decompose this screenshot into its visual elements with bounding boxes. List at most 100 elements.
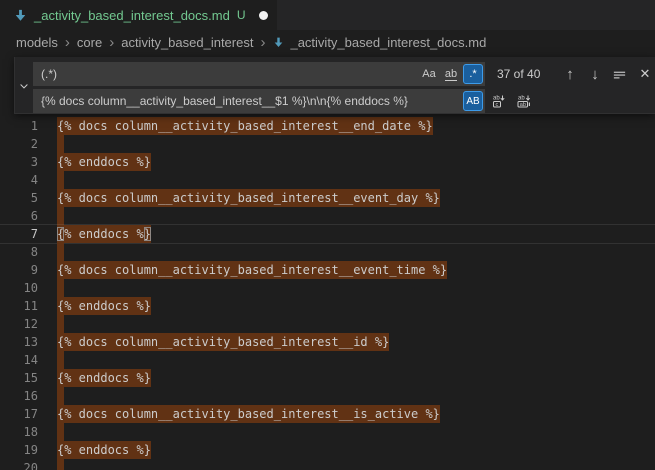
- whole-word-toggle[interactable]: ab: [441, 64, 461, 84]
- line-number[interactable]: 15: [0, 369, 38, 387]
- git-status-badge: U: [237, 8, 246, 22]
- editor-line[interactable]: 15 {% enddocs %}: [0, 369, 655, 387]
- line-number[interactable]: 20: [0, 459, 38, 470]
- line-number[interactable]: 7: [0, 225, 38, 243]
- breadcrumb-item-file[interactable]: _activity_based_interest_docs.md: [272, 35, 486, 50]
- line-number[interactable]: 14: [0, 351, 38, 369]
- chevron-right-icon: ›: [65, 35, 70, 50]
- line-content: {% docs column__activity_based_interest_…: [57, 189, 440, 207]
- find-replace-widget: (.*) Aa ab .* 37 of 40 ↑ ↓ ✕ {% docs col…: [14, 57, 655, 114]
- close-find-widget-button[interactable]: ✕: [635, 64, 655, 84]
- search-match-highlight-empty: [57, 207, 64, 225]
- line-number[interactable]: 13: [0, 333, 38, 351]
- line-content: {% docs column__activity_based_interest_…: [57, 117, 433, 135]
- replace-icon: ab c: [491, 93, 507, 109]
- line-number[interactable]: 3: [0, 153, 38, 171]
- search-match-highlight: {% docs column__activity_based_interest_…: [57, 117, 433, 135]
- line-content: {% docs column__activity_based_interest_…: [57, 405, 440, 423]
- matching-bracket: }: [144, 227, 151, 241]
- line-number[interactable]: 16: [0, 387, 38, 405]
- search-match-highlight-empty: [57, 135, 64, 153]
- line-number[interactable]: 19: [0, 441, 38, 459]
- line-content: {% docs column__activity_based_interest_…: [57, 333, 389, 351]
- line-number[interactable]: 8: [0, 243, 38, 261]
- line-content: [57, 315, 64, 333]
- selection-icon: [612, 67, 627, 82]
- search-match-highlight-empty: [57, 171, 64, 189]
- editor-line[interactable]: 18: [0, 423, 655, 441]
- line-content: [57, 171, 64, 189]
- editor-line[interactable]: 3{% enddocs %}: [0, 153, 655, 171]
- find-query: (.*): [41, 67, 419, 81]
- editor-line[interactable]: 16: [0, 387, 655, 405]
- find-in-selection-button[interactable]: [609, 64, 629, 84]
- search-match-highlight-empty: [57, 279, 64, 297]
- find-results-count: 37 of 40: [497, 62, 540, 86]
- previous-match-button[interactable]: ↑: [560, 64, 580, 84]
- editor-line[interactable]: 11 {% enddocs %}: [0, 297, 655, 315]
- editor-line[interactable]: 4: [0, 171, 655, 189]
- line-number[interactable]: 17: [0, 405, 38, 423]
- line-number[interactable]: 5: [0, 189, 38, 207]
- modified-indicator-dot[interactable]: [259, 11, 268, 20]
- editor-line[interactable]: 13 {% docs column__activity_based_interes…: [0, 333, 655, 351]
- editor-line[interactable]: 14: [0, 351, 655, 369]
- editor-line[interactable]: 7 {% enddocs %}: [0, 225, 655, 243]
- toggle-replace-chevron[interactable]: [15, 57, 33, 114]
- search-match-highlight: {% enddocs %}: [57, 369, 151, 387]
- replace-all-button[interactable]: ab ab: [514, 91, 534, 111]
- markdown-file-icon: [272, 36, 285, 49]
- line-number[interactable]: 10: [0, 279, 38, 297]
- tab-filename: _activity_based_interest_docs.md: [34, 8, 230, 23]
- editor-line[interactable]: 2: [0, 135, 655, 153]
- line-number[interactable]: 9: [0, 261, 38, 279]
- svg-text:ab: ab: [518, 96, 525, 102]
- tab-activity-based-interest-docs[interactable]: _activity_based_interest_docs.md U: [0, 0, 277, 30]
- replace-input[interactable]: {% docs column__activity_based_interest_…: [33, 89, 485, 113]
- line-number[interactable]: 12: [0, 315, 38, 333]
- preserve-case-toggle[interactable]: AB: [463, 91, 483, 111]
- svg-text:ab: ab: [493, 96, 500, 102]
- editor-line[interactable]: 9 {% docs column__activity_based_interest…: [0, 261, 655, 279]
- line-content: [57, 207, 64, 225]
- replace-button[interactable]: ab c: [489, 91, 509, 111]
- tab-bar: _activity_based_interest_docs.md U: [0, 0, 655, 30]
- line-number[interactable]: 2: [0, 135, 38, 153]
- regex-toggle[interactable]: .*: [463, 64, 483, 84]
- editor-line[interactable]: 6: [0, 207, 655, 225]
- line-content: [57, 423, 64, 441]
- search-match-highlight: {% enddocs %}: [57, 441, 151, 459]
- replace-value: {% docs column__activity_based_interest_…: [41, 94, 463, 108]
- search-match-highlight-empty: [57, 459, 64, 470]
- line-content: {% enddocs %}: [57, 369, 151, 387]
- search-match-highlight-empty: [57, 351, 64, 369]
- search-match-highlight: {% docs column__activity_based_interest_…: [57, 189, 440, 207]
- editor-line[interactable]: 19 {% enddocs %}: [0, 441, 655, 459]
- line-number[interactable]: 11: [0, 297, 38, 315]
- editor-line[interactable]: 8: [0, 243, 655, 261]
- chevron-down-icon: [18, 80, 30, 92]
- search-match-highlight: {% enddocs %}: [57, 225, 151, 243]
- line-number[interactable]: 4: [0, 171, 38, 189]
- breadcrumb-item-models[interactable]: models: [16, 35, 58, 50]
- editor-line[interactable]: 5 {% docs column__activity_based_interest…: [0, 189, 655, 207]
- next-match-button[interactable]: ↓: [585, 64, 605, 84]
- line-number[interactable]: 1: [0, 117, 38, 135]
- editor-line[interactable]: 12: [0, 315, 655, 333]
- chevron-right-icon: ›: [109, 35, 114, 50]
- matching-bracket: {: [57, 227, 64, 241]
- editor-line[interactable]: 20: [0, 459, 655, 470]
- editor-line[interactable]: 1 {% docs column__activity_based_interest…: [0, 117, 655, 135]
- breadcrumb-item-activity-based-interest[interactable]: activity_based_interest: [121, 35, 253, 50]
- find-input[interactable]: (.*) Aa ab .*: [33, 62, 485, 86]
- line-number[interactable]: 18: [0, 423, 38, 441]
- line-content: {% docs column__activity_based_interest_…: [57, 261, 447, 279]
- line-number[interactable]: 6: [0, 207, 38, 225]
- breadcrumb-item-core[interactable]: core: [77, 35, 102, 50]
- editor-line[interactable]: 17 {% docs column__activity_based_interes…: [0, 405, 655, 423]
- editor-line[interactable]: 10: [0, 279, 655, 297]
- line-content: {% enddocs %}: [57, 297, 151, 315]
- match-case-toggle[interactable]: Aa: [419, 64, 439, 84]
- search-match-highlight: {% docs column__activity_based_interest_…: [57, 261, 447, 279]
- replace-all-icon: ab ab: [516, 93, 532, 109]
